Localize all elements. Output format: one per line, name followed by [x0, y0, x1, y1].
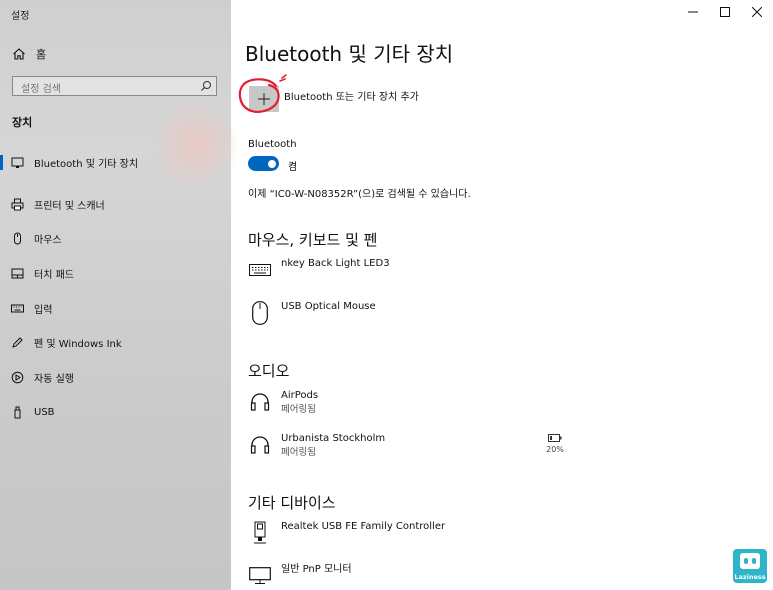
battery-percent: 20%	[546, 445, 564, 454]
home-label: 홈	[36, 48, 47, 61]
sidebar-item-mouse[interactable]: 마우스	[0, 221, 231, 256]
device-item[interactable]: 일반 PnP 모니터	[248, 563, 352, 589]
logo-face-icon	[740, 553, 760, 569]
category-other-devices: 기타 디바이스	[248, 494, 336, 512]
sidebar-item-printers[interactable]: 프린터 및 스캐너	[0, 187, 231, 222]
keyboard-icon	[10, 301, 24, 315]
device-name: nkey Back Light LED3	[281, 258, 390, 269]
bluetooth-toggle-state: 켬	[288, 162, 298, 173]
device-item[interactable]: nkey Back Light LED3	[248, 257, 390, 283]
monitor-icon	[248, 563, 272, 589]
device-status: 페어링됨	[281, 447, 316, 458]
annotation-circle	[238, 74, 287, 113]
minimize-icon	[688, 11, 698, 13]
bluetooth-toggle[interactable]	[248, 156, 279, 171]
sidebar-item-label: Bluetooth 및 기타 장치	[34, 159, 139, 170]
discoverable-text: 이제 “IC0-W-N08352R”(으)로 검색될 수 있습니다.	[248, 189, 471, 200]
settings-window: 설정 홈 장치 Bluetooth 및 기타 장치	[0, 0, 773, 590]
search-icon[interactable]	[200, 80, 212, 92]
watermark-logo: Laziness	[733, 549, 767, 583]
keyboard-icon	[248, 257, 272, 283]
search-box[interactable]	[12, 76, 217, 99]
device-status: 페어링됨	[281, 404, 316, 415]
close-button[interactable]	[741, 0, 773, 24]
page-title: Bluetooth 및 기타 장치	[245, 42, 454, 66]
sidebar-item-label: 펜 및 Windows Ink	[34, 339, 122, 351]
home-icon	[13, 48, 25, 60]
sidebar-item-label: 터치 패드	[34, 269, 74, 281]
maximize-button[interactable]	[709, 0, 741, 24]
headphones-icon	[248, 389, 272, 415]
home-link[interactable]: 홈	[12, 45, 46, 63]
category-input-devices: 마우스, 키보드 및 펜	[248, 231, 378, 249]
sidebar-item-label: 입력	[34, 304, 53, 316]
sidebar-item-autoplay[interactable]: 자동 실행	[0, 360, 231, 395]
printer-icon	[10, 197, 24, 211]
device-name: USB Optical Mouse	[281, 301, 376, 312]
battery-indicator: 20%	[545, 434, 565, 454]
window-controls	[677, 0, 773, 24]
close-icon	[752, 7, 762, 17]
battery-icon	[548, 434, 562, 442]
device-name: Urbanista Stockholm	[281, 433, 386, 444]
maximize-icon	[720, 7, 730, 17]
network-adapter-icon	[248, 520, 272, 546]
sidebar: 설정 홈 장치 Bluetooth 및 기타 장치	[0, 0, 240, 590]
sidebar-item-typing[interactable]: 입력	[0, 291, 231, 326]
app-title: 설정	[11, 11, 30, 22]
search-input[interactable]	[13, 80, 191, 99]
touchpad-icon	[10, 266, 24, 280]
usb-icon	[10, 405, 24, 419]
minimize-button[interactable]	[677, 0, 709, 24]
device-item[interactable]: AirPods 페어링됨	[248, 389, 318, 416]
device-name: AirPods	[281, 390, 319, 401]
section-heading-devices: 장치	[12, 116, 33, 129]
sidebar-item-touchpad[interactable]: 터치 패드	[0, 256, 231, 291]
device-item[interactable]: Realtek USB FE Family Controller	[248, 520, 445, 546]
mouse-icon	[10, 232, 24, 246]
sidebar-item-label: 자동 실행	[34, 373, 74, 385]
sidebar-nav: Bluetooth 및 기타 장치 프린터 및 스캐너 마우스 터치 패드 입력…	[0, 152, 231, 430]
add-device-label[interactable]: Bluetooth 또는 기타 장치 추가	[284, 88, 419, 103]
device-name: Realtek USB FE Family Controller	[281, 521, 446, 532]
sidebar-item-pen[interactable]: 펜 및 Windows Ink	[0, 325, 231, 360]
bluetooth-label: Bluetooth	[248, 139, 297, 150]
sidebar-item-label: 프린터 및 스캐너	[34, 200, 105, 212]
pen-icon	[10, 336, 24, 350]
headphones-icon	[248, 432, 272, 458]
device-item[interactable]: Urbanista Stockholm 페어링됨	[248, 432, 385, 459]
sidebar-item-usb[interactable]: USB	[0, 395, 231, 430]
sidebar-item-label: USB	[34, 406, 55, 418]
sidebar-item-label: 마우스	[34, 235, 62, 247]
category-audio: 오디오	[248, 362, 290, 380]
mouse-icon	[248, 300, 272, 326]
device-name: 일반 PnP 모니터	[281, 564, 352, 575]
bluetooth-devices-icon	[10, 155, 24, 169]
sidebar-item-bluetooth[interactable]: Bluetooth 및 기타 장치	[0, 152, 231, 187]
device-item[interactable]: USB Optical Mouse	[248, 300, 376, 326]
main-content: Bluetooth 및 기타 장치 Bluetooth 또는 기타 장치 추가 …	[231, 0, 773, 590]
autoplay-icon	[10, 370, 24, 384]
watermark-text: Laziness	[734, 573, 766, 581]
